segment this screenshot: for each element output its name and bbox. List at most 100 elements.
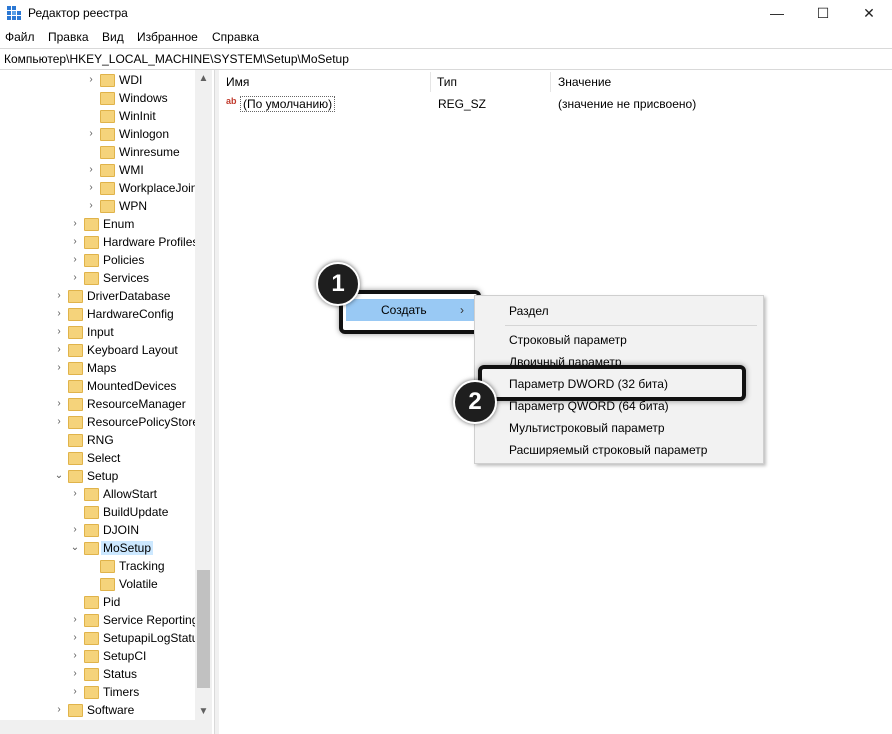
collapsed-chevron-icon[interactable]: › <box>70 218 80 229</box>
tree-item[interactable]: › Keyboard Layout <box>0 342 212 360</box>
collapsed-chevron-icon[interactable]: › <box>54 344 64 355</box>
expanded-chevron-icon[interactable]: ⌄ <box>70 542 80 553</box>
registry-tree[interactable]: › WDI Windows WinInit › Winlogon Winresume › WMI… <box>0 70 212 734</box>
tree-item[interactable]: › Input <box>0 324 212 342</box>
tree-item[interactable]: › ResourcePolicyStore <box>0 414 212 432</box>
tree-item[interactable]: › Winlogon <box>0 126 212 144</box>
collapsed-chevron-icon[interactable]: › <box>86 74 96 85</box>
tree-item-label: SetupCI <box>103 649 147 663</box>
tree-item-label: Hardware Profiles <box>103 235 199 249</box>
collapsed-chevron-icon[interactable]: › <box>70 254 80 265</box>
menu-edit[interactable]: Правка <box>48 30 89 44</box>
value-type[interactable]: REG_SZ <box>438 97 486 111</box>
close-button[interactable]: ✕ <box>846 0 892 26</box>
collapsed-chevron-icon[interactable]: › <box>86 182 96 193</box>
scroll-up-arrow-icon[interactable]: ▲ <box>195 70 212 87</box>
menu-view[interactable]: Вид <box>102 30 124 44</box>
collapsed-chevron-icon[interactable]: › <box>86 164 96 175</box>
tree-item[interactable]: › Service Reporting <box>0 612 212 630</box>
minimize-button[interactable]: — <box>754 0 800 26</box>
tree-item[interactable]: › WPN <box>0 198 212 216</box>
tree-item[interactable]: › Maps <box>0 360 212 378</box>
maximize-button[interactable]: ☐ <box>800 0 846 26</box>
tree-item[interactable]: › DJOIN <box>0 522 212 540</box>
tree-item-label: Software <box>87 703 135 717</box>
collapsed-chevron-icon[interactable]: › <box>54 326 64 337</box>
tree-item[interactable]: Select <box>0 450 212 468</box>
tree-item[interactable]: › ResourceManager <box>0 396 212 414</box>
collapsed-chevron-icon[interactable]: › <box>70 614 80 625</box>
tree-item[interactable]: › WMI <box>0 162 212 180</box>
tree-item[interactable]: WinInit <box>0 108 212 126</box>
address-bar[interactable]: Компьютер\HKEY_LOCAL_MACHINE\SYSTEM\Setu… <box>0 48 892 70</box>
collapsed-chevron-icon[interactable]: › <box>70 524 80 535</box>
collapsed-chevron-icon[interactable]: › <box>70 236 80 247</box>
tree-scrollbar-thumb[interactable] <box>197 570 210 688</box>
folder-icon <box>84 218 99 231</box>
tree-item-label: WDI <box>119 73 143 87</box>
step-badge-2: 2 <box>453 380 497 424</box>
collapsed-chevron-icon[interactable]: › <box>54 290 64 301</box>
window-title: Редактор реестра <box>28 6 128 20</box>
tree-item[interactable]: › DriverDatabase <box>0 288 212 306</box>
collapsed-chevron-icon[interactable]: › <box>86 200 96 211</box>
menu-help[interactable]: Справка <box>212 30 259 44</box>
folder-icon <box>100 560 115 573</box>
column-separator[interactable] <box>550 72 551 92</box>
collapsed-chevron-icon[interactable]: › <box>70 488 80 499</box>
column-header-value[interactable]: Значение <box>558 75 611 89</box>
tree-item[interactable]: › HardwareConfig <box>0 306 212 324</box>
tree-item[interactable]: › Timers <box>0 684 212 702</box>
tree-item-label: Service Reporting <box>103 613 199 627</box>
menu-favorites[interactable]: Избранное <box>137 30 198 44</box>
tree-item[interactable]: RNG <box>0 432 212 450</box>
scroll-down-arrow-icon[interactable]: ▼ <box>195 703 212 720</box>
tree-item[interactable]: Pid <box>0 594 212 612</box>
submenu-item-qword[interactable]: Параметр QWORD (64 бита) <box>509 399 669 413</box>
collapsed-chevron-icon[interactable]: › <box>70 668 80 679</box>
tree-item[interactable]: › WorkplaceJoin <box>0 180 212 198</box>
value-data[interactable]: (значение не присвоено) <box>558 97 696 111</box>
tree-horizontal-scrollbar[interactable] <box>0 720 212 734</box>
submenu-item-expandable-string[interactable]: Расширяемый строковый параметр <box>509 443 707 457</box>
expanded-chevron-icon[interactable]: ⌄ <box>54 470 64 481</box>
tree-item[interactable]: › Services <box>0 270 212 288</box>
tree-item[interactable]: › Enum <box>0 216 212 234</box>
column-header-name[interactable]: Имя <box>226 75 249 89</box>
column-header-type[interactable]: Тип <box>437 75 457 89</box>
tree-item[interactable]: › Policies <box>0 252 212 270</box>
tree-item[interactable]: › AllowStart <box>0 486 212 504</box>
collapsed-chevron-icon[interactable]: › <box>70 686 80 697</box>
tree-item[interactable]: Volatile <box>0 576 212 594</box>
collapsed-chevron-icon[interactable]: › <box>70 650 80 661</box>
tree-item[interactable]: › SetupapiLogStatus <box>0 630 212 648</box>
tree-item[interactable]: MountedDevices <box>0 378 212 396</box>
tree-item[interactable]: › WDI <box>0 72 212 90</box>
tree-item[interactable]: Tracking <box>0 558 212 576</box>
tree-item[interactable]: › Status <box>0 666 212 684</box>
tree-item[interactable]: › SetupCI <box>0 648 212 666</box>
menu-file[interactable]: Файл <box>5 30 35 44</box>
tree-item[interactable]: ⌄ MoSetup <box>0 540 212 558</box>
collapsed-chevron-icon[interactable]: › <box>54 308 64 319</box>
tree-item[interactable]: Winresume <box>0 144 212 162</box>
tree-item[interactable]: BuildUpdate <box>0 504 212 522</box>
collapsed-chevron-icon[interactable]: › <box>70 272 80 283</box>
tree-item[interactable]: › Software <box>0 702 212 720</box>
tree-item-label: Tracking <box>119 559 165 573</box>
collapsed-chevron-icon[interactable]: › <box>70 632 80 643</box>
tree-item[interactable]: Windows <box>0 90 212 108</box>
submenu-item-string[interactable]: Строковый параметр <box>509 333 627 347</box>
tree-item[interactable]: ⌄ Setup <box>0 468 212 486</box>
value-name[interactable]: (По умолчанию) <box>240 96 336 112</box>
collapsed-chevron-icon[interactable]: › <box>54 704 64 715</box>
submenu-item-key[interactable]: Раздел <box>509 304 549 318</box>
submenu-item-multistring[interactable]: Мультистроковый параметр <box>509 421 665 435</box>
tree-item[interactable]: › Hardware Profiles <box>0 234 212 252</box>
collapsed-chevron-icon[interactable]: › <box>54 398 64 409</box>
collapsed-chevron-icon[interactable]: › <box>86 128 96 139</box>
collapsed-chevron-icon[interactable]: › <box>54 362 64 373</box>
collapsed-chevron-icon[interactable]: › <box>54 416 64 427</box>
column-separator[interactable] <box>430 72 431 92</box>
address-path[interactable]: Компьютер\HKEY_LOCAL_MACHINE\SYSTEM\Setu… <box>4 52 349 66</box>
